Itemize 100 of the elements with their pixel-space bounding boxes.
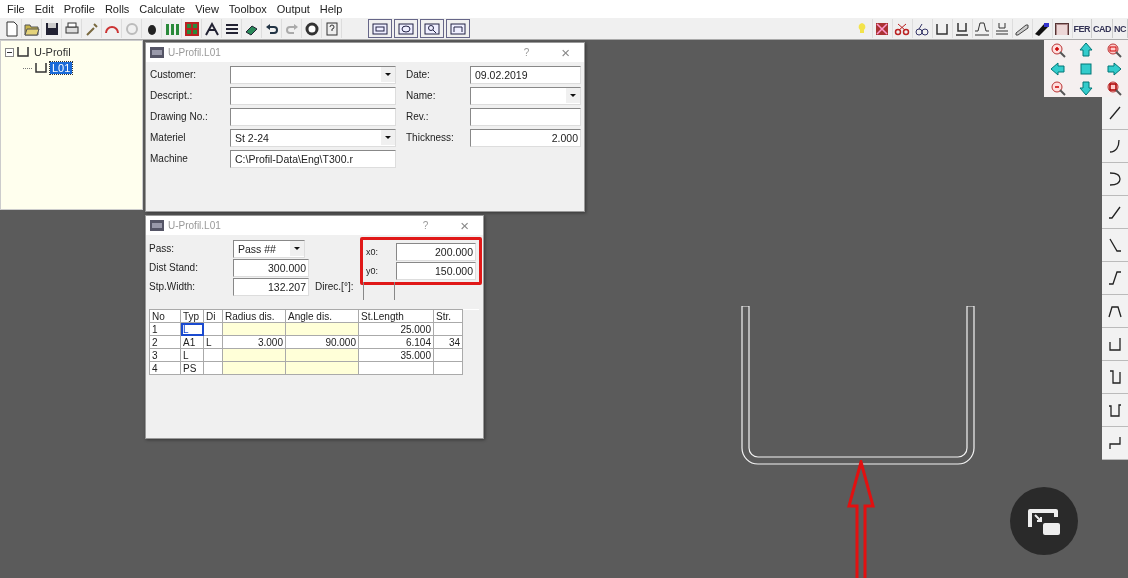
wave-glyph [974,20,990,37]
down-arrow-icon[interactable] [1078,79,1094,96]
field-value: 2.000 [550,131,579,144]
input-field[interactable] [230,107,396,126]
table-cell: PS [180,361,204,375]
field-label: Machine [150,153,189,164]
window-view-button[interactable] [368,19,392,38]
column-header: No [149,309,181,323]
app-icon [150,220,164,231]
print-glyph [63,20,80,37]
table-cell: 35.000 [358,348,434,362]
marker-button[interactable] [1032,19,1053,38]
up-arrow-icon[interactable] [1078,41,1094,58]
menu-item[interactable]: Help [314,3,348,15]
bent-line-icon[interactable] [1107,237,1123,253]
field-label: Dist Stand: [149,262,199,273]
square-icon[interactable] [1078,60,1094,77]
menu-item[interactable]: File [2,3,30,15]
input-field[interactable] [470,107,581,126]
pen-button[interactable] [1012,19,1033,38]
zoom-extents-icon[interactable] [1106,79,1122,96]
combo-box[interactable]: St 2-24 [230,128,396,147]
zoom-window-icon[interactable] [1106,41,1122,58]
zoom-view-button[interactable] [420,19,444,38]
combo-box[interactable]: Pass ## [233,239,305,258]
dialog-title: U-Profil.L01 [168,220,221,231]
picture-in-picture-icon[interactable] [1010,487,1078,555]
menu-item[interactable]: Calculate [134,3,191,15]
hump-curve-icon[interactable] [1107,303,1123,319]
arc-button[interactable] [102,19,122,38]
field-label: Date: [406,69,431,80]
field-label: x0: [366,246,379,257]
field-label: Name: [406,90,437,101]
u-underline-glyph [954,20,970,37]
close-button[interactable]: × [561,44,570,61]
open-folder-button[interactable] [22,19,42,38]
shape-view-button[interactable] [446,19,470,38]
field-value: 132.207 [267,280,307,293]
field-value: St 2-24 [234,131,270,144]
grid-glyph [183,20,200,37]
bracket-arc-icon[interactable] [1107,171,1123,187]
zoom-out-icon[interactable] [1050,79,1066,96]
column-header: Str. [433,309,463,323]
input-field[interactable]: 09.02.2019 [470,65,581,84]
input-field[interactable]: 2.000 [470,128,581,147]
zoom-in-icon[interactable] [1050,41,1066,58]
grid-button[interactable] [182,19,202,38]
tree-item[interactable]: U-Profil [32,46,73,58]
concave-arc-icon[interactable] [1107,138,1123,154]
field-value: 150.000 [434,264,474,277]
field-label: Customer: [150,69,198,80]
left-arrow-icon[interactable] [1050,60,1066,77]
input-field[interactable]: C:\Profil-Data\Eng\T300.r [230,149,396,168]
menu-item[interactable]: Profile [58,3,100,15]
field-value: C:\Profil-Data\Eng\T300.r [234,152,354,165]
input-field[interactable]: 300.000 [233,258,309,277]
corner-shape-icon[interactable] [1107,336,1123,352]
menu-item[interactable]: Toolbox [223,3,272,15]
field-label: Descript.: [150,90,194,101]
glasses-button[interactable] [912,19,933,38]
right-arrow-icon[interactable] [1106,60,1122,77]
toolbar-button[interactable]: CAD [1092,19,1113,38]
menu-item[interactable]: Edit [29,3,59,15]
circle-view-button[interactable] [394,19,418,38]
close-button[interactable]: × [460,217,469,234]
table-cell: L [203,335,223,349]
stepped-channel-icon[interactable] [1107,402,1123,418]
input-field[interactable]: 200.000 [396,242,476,261]
input-field[interactable] [363,282,395,300]
input-field[interactable]: 132.207 [233,277,309,296]
column-header: St.Length [358,309,434,323]
table-cell: 25.000 [358,322,434,336]
field-value: Pass ## [237,242,277,255]
outline-arrow-icon [845,460,877,578]
field-value: 300.000 [267,261,307,274]
toolbar-button[interactable]: NC [1113,19,1128,38]
tree-item[interactable]: L01 [50,62,73,74]
dialog-title: U-Profil.L01 [168,47,221,58]
print-button[interactable] [62,19,82,38]
menu-item[interactable]: Rolls [99,3,135,15]
save-glyph [43,20,60,37]
toolbar-button[interactable]: FER [1072,19,1092,38]
channel-shape-icon[interactable] [1107,369,1123,385]
line-segment-icon[interactable] [1107,105,1123,121]
z-step-icon[interactable] [1107,435,1123,451]
table-cell: L [180,322,204,336]
menu-item[interactable]: View [190,3,224,15]
table-cell: 3 [149,348,181,362]
wave-button[interactable] [972,19,993,38]
input-field[interactable]: 150.000 [396,261,476,280]
column-header: Typ [180,309,204,323]
field-label: Pass: [149,243,175,254]
input-field[interactable] [230,86,396,105]
menu-item[interactable]: Output [271,3,315,15]
slope-line-icon[interactable] [1107,204,1123,220]
new-file-glyph [3,20,20,37]
scissors-button[interactable] [892,19,913,38]
expander-icon[interactable] [5,47,14,57]
step-curve-icon[interactable] [1107,270,1123,286]
frame-button[interactable] [1052,19,1073,38]
